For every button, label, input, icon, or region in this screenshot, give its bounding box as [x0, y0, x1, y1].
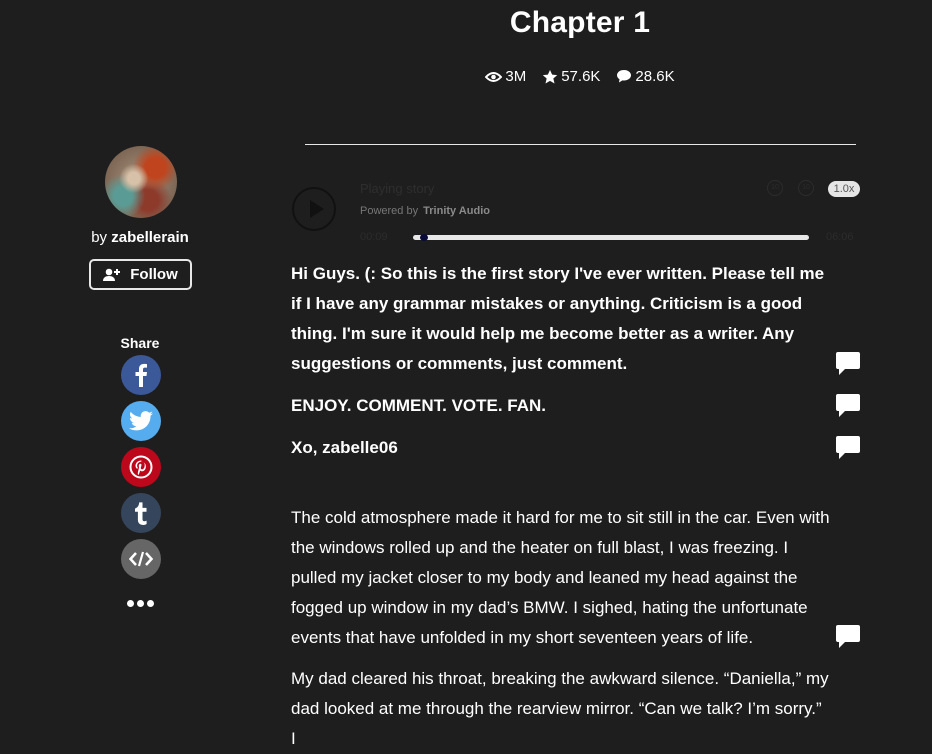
star-icon [543, 69, 558, 84]
current-time: 00:09 [360, 231, 388, 243]
tumblr-icon [135, 502, 147, 525]
eye-icon [485, 71, 503, 82]
votes-count: 57.6K [561, 68, 601, 85]
chapter-title: Chapter 1 [509, 6, 651, 39]
comments-stat: 28.6K [616, 68, 675, 85]
follow-button[interactable]: Follow [89, 259, 192, 290]
story-paragraph: Xo, zabelle06 [291, 438, 398, 457]
share-facebook-button[interactable] [121, 355, 161, 395]
story-paragraph: ENJOY. COMMENT. VOTE. FAN. [291, 396, 547, 415]
inline-comment-icon[interactable] [835, 435, 861, 461]
progress-handle[interactable] [419, 234, 428, 241]
more-dot [127, 600, 134, 607]
votes-stat: 57.6K [542, 68, 600, 85]
comment-icon [617, 70, 632, 83]
forward-label: 10 [802, 184, 810, 191]
audio-player: Playing story Powered by Trinity Audio 0… [291, 180, 861, 250]
story-paragraph: The cold atmosphere made it hard for me … [291, 508, 830, 647]
share-pinterest-button[interactable] [121, 447, 161, 487]
pinterest-icon [129, 455, 153, 479]
powered-by: Powered by Trinity Audio [360, 205, 490, 217]
story-paragraph: Hi Guys. (: So this is the first story I… [291, 264, 825, 373]
rewind-10-button[interactable]: 10 [767, 180, 783, 196]
by-label: by [91, 229, 108, 246]
play-button[interactable] [292, 187, 336, 231]
forward-10-button[interactable]: 10 [798, 180, 814, 196]
more-dot [137, 600, 144, 607]
add-user-icon [103, 268, 121, 281]
inline-comment-icon[interactable] [835, 393, 861, 419]
progress-bar[interactable] [413, 234, 809, 241]
share-label: Share [120, 335, 160, 351]
comments-count: 28.6K [635, 68, 675, 85]
embed-code-icon [129, 551, 153, 567]
chapter-stats: 3M 57.6K 28.6K [0, 68, 932, 85]
share-embed-button[interactable] [121, 539, 161, 579]
author-byline: by zabellerain [0, 229, 280, 246]
share-tumblr-button[interactable] [121, 493, 161, 533]
powered-by-brand[interactable]: Trinity Audio [423, 205, 490, 217]
more-dot [147, 600, 154, 607]
divider [305, 144, 856, 145]
inline-comment-icon[interactable] [835, 624, 861, 650]
facebook-icon [135, 363, 147, 387]
follow-label: Follow [130, 266, 178, 283]
reads-stat: 3M [485, 68, 526, 85]
rewind-label: 10 [771, 184, 779, 191]
total-time: 06:06 [826, 231, 854, 243]
more-share-options-button[interactable] [127, 600, 154, 607]
twitter-icon [129, 411, 153, 431]
inline-comment-icon[interactable] [835, 351, 861, 377]
author-username[interactable]: zabellerain [111, 229, 189, 246]
playback-speed-button[interactable]: 1.0x [828, 181, 860, 197]
story-paragraph: My dad cleared his throat, breaking the … [291, 669, 829, 748]
player-status: Playing story [360, 181, 435, 196]
author-avatar[interactable] [105, 146, 177, 218]
share-twitter-button[interactable] [121, 401, 161, 441]
reads-count: 3M [505, 68, 527, 85]
powered-by-label: Powered by [360, 205, 419, 217]
